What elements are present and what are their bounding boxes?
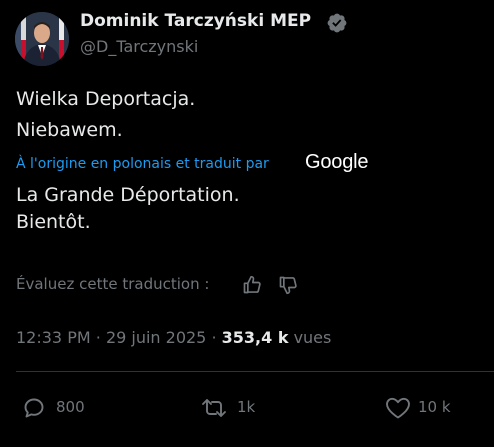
tweet-meta: 12:33 PM · 29 juin 2025 · 353,4 k vues (16, 328, 331, 347)
thumbs-up-icon[interactable] (242, 275, 262, 295)
verified-badge-icon[interactable] (326, 12, 348, 34)
avatar[interactable] (15, 12, 69, 66)
heart-icon (386, 397, 410, 419)
google-logo: Google (305, 151, 369, 173)
views-count: 353,4 k (221, 328, 289, 347)
author-handle[interactable]: @D_Tarczynski (80, 37, 198, 56)
reply-icon (24, 398, 44, 418)
tweet-date[interactable]: 29 juin 2025 (106, 328, 206, 347)
tweet-translated-line: Bientôt. (16, 211, 91, 233)
like-count: 10 k (418, 398, 451, 416)
tweet-original-line: Niebawem. (16, 119, 123, 141)
like-button[interactable]: 10 k (385, 396, 465, 420)
rate-translation-label: Évaluez cette traduction : (16, 275, 210, 293)
meta-separator: · (95, 328, 101, 347)
meta-separator: · (211, 328, 217, 347)
reply-count: 800 (56, 398, 85, 416)
divider (16, 371, 494, 372)
tweet-original-line: Wielka Deportacja. (16, 88, 196, 110)
translation-note-link[interactable]: À l'origine en polonais et traduit par (16, 156, 269, 172)
reply-button[interactable]: 800 (22, 396, 102, 420)
tweet-time[interactable]: 12:33 PM (16, 328, 91, 347)
tweet-translated-line: La Grande Déportation. (16, 184, 240, 206)
repost-count: 1k (237, 398, 256, 416)
avatar-photo (15, 12, 69, 66)
author-display-name[interactable]: Dominik Tarczyński MEP (80, 11, 311, 31)
repost-button[interactable]: 1k (201, 396, 271, 420)
repost-icon (202, 399, 226, 417)
thumbs-down-icon[interactable] (278, 275, 298, 295)
views-label: vues (293, 328, 332, 347)
